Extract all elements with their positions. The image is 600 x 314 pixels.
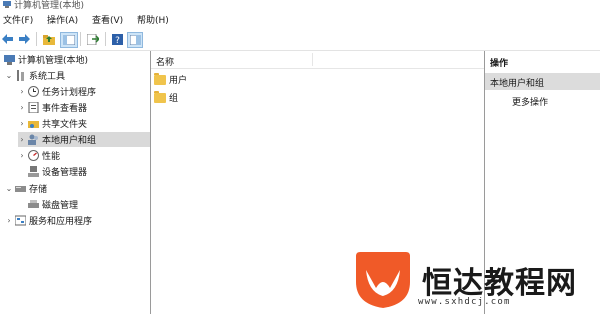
menu-file[interactable]: 文件(F) [3, 13, 33, 26]
clock-icon [28, 86, 39, 97]
tree-item-storage[interactable]: ⌄ 存储 [5, 181, 47, 196]
actions-header-label: 操作 [490, 59, 509, 69]
expand-chevron-icon[interactable]: › [5, 216, 13, 225]
expand-chevron-icon[interactable]: › [18, 87, 26, 96]
tools-icon [15, 70, 26, 81]
disk-icon [28, 199, 39, 210]
expand-chevron-icon[interactable]: › [18, 135, 26, 144]
list-item[interactable]: 组 [154, 90, 178, 105]
console-tree: 计算机管理(本地) ⌄ 系统工具 › 任务计划程序 › 事件查看器 › 共享文件… [0, 51, 151, 314]
title-bar: 计算机管理(本地) [0, 0, 600, 11]
actions-section-label: 本地用户和组 [490, 79, 545, 89]
tree-item-label: 事件查看器 [42, 104, 88, 114]
svg-text:?: ? [115, 36, 120, 45]
tree-item-label: 性能 [42, 152, 61, 162]
menu-bar: 文件(F) 操作(A) 查看(V) 帮助(H) [0, 11, 600, 27]
tree-item-services-apps[interactable]: › 服务和应用程序 [5, 213, 92, 228]
toolbar-separator [105, 32, 106, 46]
tree-item-disk-management[interactable]: 磁盘管理 [26, 197, 78, 212]
toolbar-separator [36, 32, 37, 46]
performance-icon [28, 150, 39, 161]
window-title: 计算机管理(本地) [14, 1, 85, 11]
device-manager-icon [28, 166, 39, 177]
list-item[interactable]: 用户 [154, 72, 187, 87]
brand-logo-icon [356, 252, 410, 308]
tree-root[interactable]: 计算机管理(本地) [2, 52, 88, 67]
tree-item-label: 磁盘管理 [42, 201, 79, 211]
shared-folder-icon [28, 118, 39, 129]
computer-management-icon [3, 1, 11, 8]
column-header[interactable]: 名称 [151, 51, 484, 69]
help-icon[interactable]: ? [111, 32, 123, 46]
tree-item-event-viewer[interactable]: › 事件查看器 [18, 100, 87, 115]
tree-item-task-scheduler[interactable]: › 任务计划程序 [18, 84, 96, 99]
tree-root-label: 计算机管理(本地) [18, 56, 89, 66]
expand-chevron-icon[interactable]: › [18, 119, 26, 128]
actions-header: 操作 [485, 51, 600, 70]
collapse-chevron-icon[interactable]: ⌄ [5, 71, 13, 80]
show-hide-tree-icon[interactable] [60, 32, 78, 48]
expand-chevron-icon[interactable]: › [18, 151, 26, 160]
more-actions-link[interactable]: 更多操作 [512, 95, 548, 108]
tree-item-label: 服务和应用程序 [29, 217, 93, 227]
export-list-icon[interactable] [86, 32, 99, 46]
up-folder-icon[interactable] [42, 32, 55, 46]
collapse-chevron-icon[interactable]: ⌄ [5, 184, 13, 193]
menu-view[interactable]: 查看(V) [92, 13, 123, 26]
menu-action[interactable]: 操作(A) [47, 13, 78, 26]
tree-item-system-tools[interactable]: ⌄ 系统工具 [5, 68, 65, 83]
services-icon [14, 215, 27, 226]
tree-item-local-users-groups[interactable]: › 本地用户和组 [18, 132, 150, 147]
toolbar: ? [0, 28, 600, 51]
menu-help[interactable]: 帮助(H) [137, 13, 169, 26]
toolbar-separator [80, 32, 81, 46]
expand-chevron-icon[interactable]: › [18, 103, 26, 112]
tree-item-label: 本地用户和组 [42, 136, 97, 146]
tree-item-shared-folders[interactable]: › 共享文件夹 [18, 116, 87, 131]
watermark-url: www.sxhdcj.com [418, 297, 511, 307]
folder-icon [154, 72, 166, 85]
forward-arrow-icon[interactable] [18, 32, 30, 46]
computer-management-icon [4, 54, 15, 65]
tree-item-device-manager[interactable]: 设备管理器 [26, 164, 87, 179]
list-item-label: 组 [169, 94, 179, 104]
column-header-name[interactable]: 名称 [156, 55, 174, 68]
tree-item-label: 系统工具 [29, 72, 66, 82]
watermark-brand: 恒达教程网 [422, 266, 577, 301]
properties-icon[interactable] [127, 32, 143, 48]
folder-icon [154, 90, 166, 103]
users-icon [28, 134, 39, 145]
event-log-icon [28, 101, 39, 114]
tree-item-label: 设备管理器 [42, 168, 88, 178]
column-divider[interactable] [312, 53, 313, 66]
storage-icon [15, 183, 26, 194]
actions-section-local-users-groups[interactable]: 本地用户和组 [485, 73, 600, 90]
tree-item-label: 存储 [29, 185, 48, 195]
back-arrow-icon[interactable] [1, 32, 13, 46]
tree-item-label: 任务计划程序 [42, 88, 97, 98]
tree-item-performance[interactable]: › 性能 [18, 148, 60, 163]
tree-item-label: 共享文件夹 [42, 120, 88, 130]
list-item-label: 用户 [169, 76, 188, 86]
